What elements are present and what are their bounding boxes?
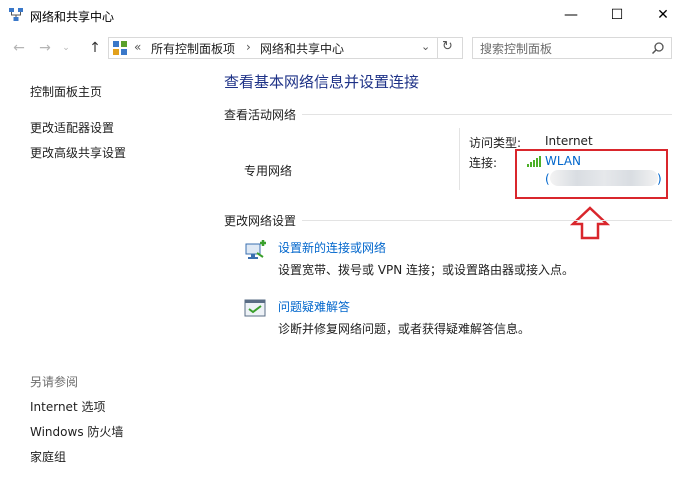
change-settings-title: 更改网络设置 [224, 214, 297, 228]
troubleshoot-icon [244, 299, 266, 317]
page-title: 查看基本网络信息并设置连接 [224, 73, 420, 91]
forward-button[interactable]: → [36, 38, 54, 58]
chevron-down-icon: ⌄ [421, 40, 431, 53]
network-info-divider [459, 128, 460, 190]
breadcrumb-overflow[interactable]: « [134, 40, 141, 54]
setup-new-connection-desc: 设置宽带、拨号或 VPN 连接；或设置路由器或接入点。 [278, 263, 575, 277]
address-divider [437, 37, 438, 59]
window-title: 网络和共享中心 [30, 10, 115, 24]
refresh-icon: ↻ [442, 39, 453, 54]
network-type: 专用网络 [244, 164, 293, 178]
recent-locations-button[interactable]: ⌄ [60, 38, 72, 58]
section-divider [302, 114, 672, 115]
annotation-highlight-box [515, 149, 668, 199]
close-button[interactable]: ✕ [640, 0, 685, 30]
maximize-button[interactable]: ☐ [594, 0, 640, 30]
see-also-internet-options[interactable]: Internet 选项 [30, 398, 105, 415]
breadcrumb-item-all-control-panel[interactable]: 所有控制面板项 [151, 40, 235, 57]
see-also-heading: 另请参阅 [30, 375, 79, 389]
control-panel-icon [113, 41, 127, 55]
search-placeholder: 搜索控制面板 [480, 42, 553, 56]
address-dropdown-button[interactable]: ⌄ [421, 40, 430, 53]
back-button[interactable]: ← [10, 38, 28, 58]
active-networks-title: 查看活动网络 [224, 108, 297, 122]
sidebar-item-adapter-settings[interactable]: 更改适配器设置 [30, 119, 114, 136]
sidebar-item-advanced-sharing[interactable]: 更改高级共享设置 [30, 144, 126, 161]
access-type-label: 访问类型: [469, 136, 522, 150]
section-divider [302, 220, 672, 221]
refresh-button[interactable]: ↻ [442, 39, 453, 54]
arrow-up-icon: ↑ [89, 40, 101, 56]
connections-label: 连接: [469, 156, 498, 170]
access-type-value: Internet [545, 134, 593, 148]
annotation-arrow-up-icon [570, 206, 610, 240]
arrow-right-icon: → [39, 40, 51, 56]
breadcrumb-item-network-center[interactable]: 网络和共享中心 [260, 40, 344, 57]
maximize-icon: ☐ [610, 7, 624, 23]
network-setup-icon [245, 240, 266, 259]
arrow-left-icon: ← [13, 40, 25, 56]
setup-new-connection-link[interactable]: 设置新的连接或网络 [278, 239, 386, 256]
troubleshoot-desc: 诊断并修复网络问题，或者获得疑难解答信息。 [278, 322, 531, 336]
minimize-button[interactable]: — [548, 0, 594, 30]
chevron-down-icon: ⌄ [62, 43, 70, 53]
close-icon: ✕ [657, 7, 669, 23]
troubleshoot-link[interactable]: 问题疑难解答 [278, 298, 350, 315]
see-also-homegroup[interactable]: 家庭组 [30, 448, 66, 465]
minimize-icon: — [564, 7, 578, 23]
see-also-windows-firewall[interactable]: Windows 防火墙 [30, 423, 123, 440]
sidebar-item-control-panel-home[interactable]: 控制面板主页 [30, 83, 102, 100]
network-center-icon [9, 8, 23, 21]
breadcrumb-separator: › [246, 40, 251, 54]
search-icon[interactable] [651, 41, 665, 55]
up-button[interactable]: ↑ [86, 38, 104, 58]
